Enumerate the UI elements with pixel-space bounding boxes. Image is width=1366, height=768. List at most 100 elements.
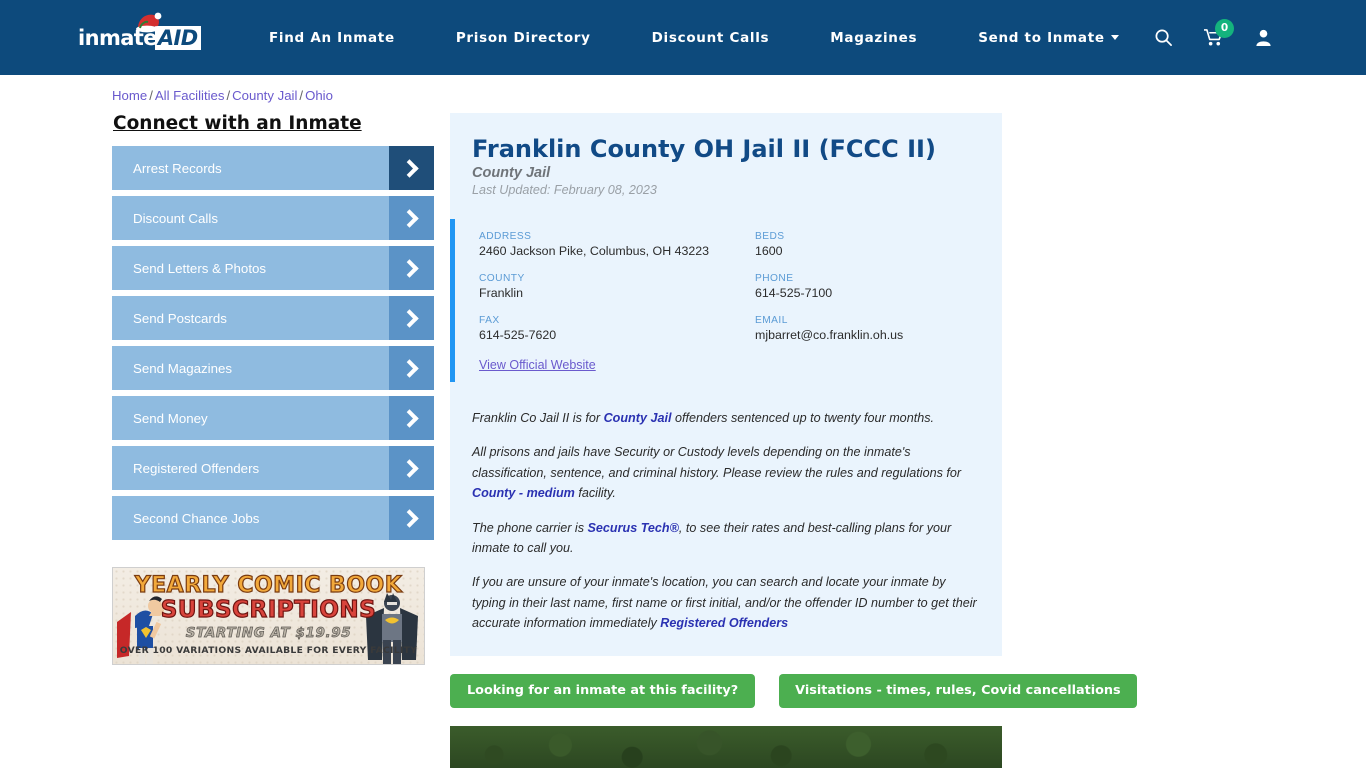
- nav-link-send-to-inmate-label: Send to Inmate: [978, 29, 1105, 46]
- visitations-button[interactable]: Visitations - times, rules, Covid cancel…: [779, 673, 1137, 708]
- chevron-right-icon: [389, 196, 434, 240]
- main-content: Franklin County OH Jail II (FCCC II) Cou…: [450, 113, 1137, 768]
- chevron-right-icon: [389, 296, 434, 340]
- search-icon[interactable]: [1138, 18, 1188, 58]
- shopping-cart-icon[interactable]: 0: [1188, 18, 1238, 58]
- detail-address: ADDRESS 2460 Jackson Pike, Columbus, OH …: [479, 231, 755, 273]
- page-title: Franklin County OH Jail II (FCCC II): [472, 135, 936, 163]
- detail-value: 1600: [755, 244, 783, 258]
- sidebar-item-second-chance-jobs[interactable]: Second Chance Jobs: [112, 496, 434, 540]
- top-navbar: inmateAID Find An Inmate Prison Director…: [0, 0, 1366, 75]
- santa-hat-icon: [136, 12, 162, 32]
- detail-label: FAX: [479, 315, 500, 326]
- sidebar-item-label: Discount Calls: [133, 210, 218, 226]
- detail-value: mjbarret@co.franklin.oh.us: [755, 328, 904, 342]
- nav-link-find-an-inmate[interactable]: Find An Inmate: [269, 30, 395, 46]
- nav-link-discount-calls[interactable]: Discount Calls: [652, 30, 770, 46]
- ad-subtext-line: OVER 100 VARIATIONS AVAILABLE FOR EVERY …: [119, 645, 418, 656]
- sidebar-item-label: Send Letters & Photos: [133, 260, 267, 276]
- site-logo[interactable]: inmateAID: [78, 12, 201, 58]
- cart-count-badge: 0: [1215, 18, 1234, 38]
- sidebar-item-label: Send Money: [133, 410, 208, 426]
- ad-headline-line1: YEARLY COMIC BOOK: [134, 572, 403, 598]
- nav-link-magazines[interactable]: Magazines: [830, 30, 917, 46]
- sidebar-item-arrest-records[interactable]: Arrest Records: [112, 146, 434, 190]
- ad-headline-line2: SUBSCRIPTIONS: [160, 596, 377, 623]
- detail-fax: FAX 614-525-7620: [479, 315, 755, 357]
- breadcrumb-item-ohio[interactable]: Ohio: [305, 88, 333, 103]
- view-official-website-link[interactable]: View Official Website: [479, 358, 1002, 372]
- cta-button-row: Looking for an inmate at this facility? …: [450, 673, 1137, 708]
- breadcrumb-item-all-facilities[interactable]: All Facilities: [155, 88, 225, 103]
- sidebar-item-send-postcards[interactable]: Send Postcards: [112, 296, 434, 340]
- sidebar-item-send-letters-photos[interactable]: Send Letters & Photos: [112, 246, 434, 290]
- nav-link-send-to-inmate[interactable]: Send to Inmate: [978, 30, 1119, 46]
- sidebar-item-label: Send Postcards: [133, 310, 227, 326]
- inline-link[interactable]: Securus Tech®: [588, 521, 679, 535]
- sidebar-item-send-money[interactable]: Send Money: [112, 396, 434, 440]
- detail-value: 2460 Jackson Pike, Columbus, OH 43223: [479, 244, 710, 258]
- facility-type-label: County Jail: [472, 165, 551, 181]
- detail-label: BEDS: [755, 231, 785, 242]
- sidebar-item-send-magazines[interactable]: Send Magazines: [112, 346, 434, 390]
- ad-price-line: STARTING AT $19.95: [185, 625, 352, 642]
- photo-treeline: [450, 725, 1002, 768]
- inline-text: Franklin Co Jail II is for: [472, 411, 604, 425]
- page-body: Connect with an Inmate Arrest Records Di…: [0, 113, 1366, 768]
- aerial-facility-photo: [450, 725, 1002, 768]
- sidebar-item-discount-calls[interactable]: Discount Calls: [112, 196, 434, 240]
- breadcrumb-item-home[interactable]: Home: [112, 88, 147, 103]
- breadcrumb: Home / All Facilities / County Jail / Ohio: [112, 88, 1366, 103]
- detail-label: COUNTY: [479, 273, 525, 284]
- inline-text: All prisons and jails have Security or C…: [472, 445, 962, 480]
- detail-beds: BEDS 1600: [755, 231, 1002, 273]
- sidebar-item-label: Send Magazines: [133, 360, 233, 376]
- navbar-icon-group: 0: [1138, 18, 1288, 58]
- detail-value: 614-525-7100: [755, 286, 833, 300]
- breadcrumb-separator: /: [149, 88, 153, 103]
- detail-value: 614-525-7620: [479, 328, 557, 342]
- chevron-right-icon: [389, 446, 434, 490]
- detail-county: COUNTY Franklin: [479, 273, 755, 315]
- inline-text: offenders sentenced up to twenty four mo…: [671, 411, 934, 425]
- detail-label: ADDRESS: [479, 231, 532, 242]
- detail-email: EMAIL mjbarret@co.franklin.oh.us: [755, 315, 1002, 357]
- chevron-right-icon: [389, 396, 434, 440]
- chevron-right-icon: [389, 496, 434, 540]
- inline-link[interactable]: County Jail: [604, 411, 672, 425]
- inline-link[interactable]: Registered Offenders: [660, 616, 788, 630]
- nav-link-prison-directory[interactable]: Prison Directory: [456, 30, 591, 46]
- inline-text: The phone carrier is: [472, 520, 588, 535]
- user-account-icon[interactable]: [1238, 18, 1288, 58]
- facility-details-grid: ADDRESS 2460 Jackson Pike, Columbus, OH …: [450, 219, 1002, 382]
- breadcrumb-item-county-jail[interactable]: County Jail: [232, 88, 297, 103]
- last-updated-label: Last Updated: February 08, 2023: [472, 183, 657, 197]
- nav-links: Find An Inmate Prison Directory Discount…: [269, 30, 1119, 46]
- facility-description: Franklin Co Jail II is for County Jail o…: [472, 408, 980, 634]
- detail-label: PHONE: [755, 273, 794, 284]
- breadcrumb-separator: /: [299, 88, 304, 103]
- description-paragraph: All prisons and jails have Security or C…: [472, 442, 980, 503]
- inline-text: facility.: [574, 486, 616, 501]
- sidebar: Connect with an Inmate Arrest Records Di…: [112, 113, 434, 768]
- breadcrumb-separator: /: [226, 88, 231, 103]
- detail-value: Franklin: [479, 286, 524, 300]
- detail-phone: PHONE 614-525-7100: [755, 273, 1002, 315]
- facility-info-panel: Franklin County OH Jail II (FCCC II) Cou…: [450, 113, 1002, 656]
- description-paragraph: If you are unsure of your inmate's locat…: [472, 572, 980, 633]
- comic-book-ad-banner[interactable]: YEARLY COMIC BOOK SUBSCRIPTIONS STARTING…: [112, 567, 425, 665]
- sidebar-item-label: Registered Offenders: [133, 460, 260, 476]
- chevron-right-icon: [389, 346, 434, 390]
- sidebar-item-label: Arrest Records: [133, 160, 222, 176]
- detail-label: EMAIL: [755, 315, 788, 326]
- chevron-down-icon: [1110, 35, 1119, 40]
- sidebar-title: Connect with an Inmate: [113, 113, 362, 134]
- description-paragraph: The phone carrier is Securus Tech®, to s…: [472, 518, 980, 559]
- inline-link[interactable]: County - medium: [472, 486, 575, 500]
- find-inmate-button[interactable]: Looking for an inmate at this facility?: [450, 673, 756, 708]
- chevron-right-icon: [389, 146, 434, 190]
- chevron-right-icon: [389, 246, 434, 290]
- sidebar-item-label: Second Chance Jobs: [133, 510, 260, 526]
- sidebar-item-registered-offenders[interactable]: Registered Offenders: [112, 446, 434, 490]
- description-paragraph: Franklin Co Jail II is for County Jail o…: [472, 408, 980, 428]
